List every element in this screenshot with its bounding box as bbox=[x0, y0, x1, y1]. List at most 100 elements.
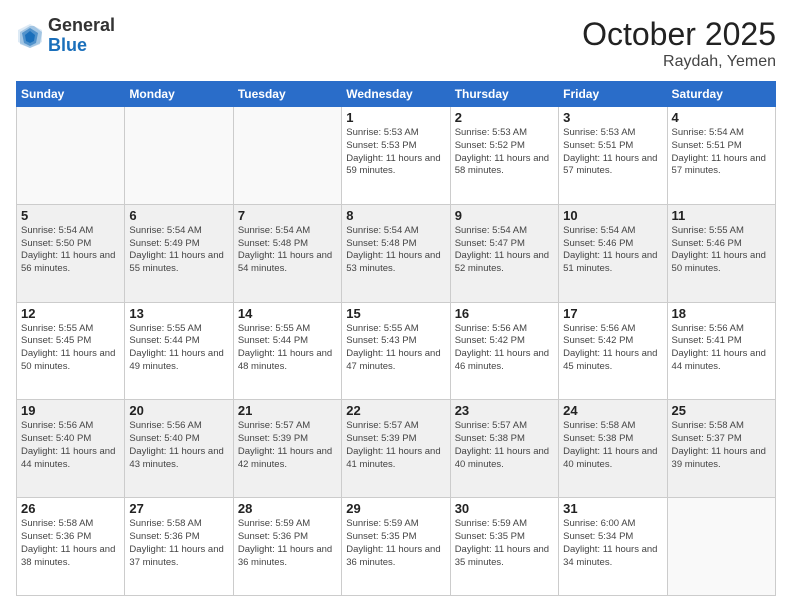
day-number: 22 bbox=[346, 403, 445, 418]
col-header-friday: Friday bbox=[559, 82, 667, 107]
day-cell: 12 Sunrise: 5:55 AM Sunset: 5:45 PM Dayli… bbox=[17, 302, 125, 400]
day-number: 19 bbox=[21, 403, 120, 418]
day-cell: 31Sunrise: 6:00 AM Sunset: 5:34 PM Dayli… bbox=[559, 498, 667, 596]
day-number: 27 bbox=[129, 501, 228, 516]
day-number: 7 bbox=[238, 208, 337, 223]
day-cell: 17 Sunrise: 5:56 AM Sunset: 5:42 PM Dayli… bbox=[559, 302, 667, 400]
day-cell bbox=[125, 107, 233, 205]
day-number: 5 bbox=[21, 208, 120, 223]
day-info: Sunrise: 5:55 AM Sunset: 5:45 PM Dayligh… bbox=[21, 323, 120, 374]
day-cell: 13Sunrise: 5:55 AM Sunset: 5:44 PM Dayli… bbox=[125, 302, 233, 400]
day-info: Sunrise: 5:56 AM Sunset: 5:41 PM Dayligh… bbox=[672, 323, 771, 374]
calendar-table: SundayMondayTuesdayWednesdayThursdayFrid… bbox=[16, 81, 776, 596]
logo-text: General Blue bbox=[48, 16, 115, 56]
day-number: 28 bbox=[238, 501, 337, 516]
day-number: 4 bbox=[672, 110, 771, 125]
day-number: 10 bbox=[563, 208, 662, 223]
day-info: Sunrise: 5:58 AM Sunset: 5:36 PM Dayligh… bbox=[129, 518, 228, 569]
day-cell: 15 Sunrise: 5:55 AM Sunset: 5:43 PM Dayli… bbox=[342, 302, 450, 400]
month-title: October 2025 bbox=[582, 16, 776, 53]
day-number: 15 bbox=[346, 306, 445, 321]
day-cell: 24Sunrise: 5:58 AM Sunset: 5:38 PM Dayli… bbox=[559, 400, 667, 498]
day-info: Sunrise: 5:54 AM Sunset: 5:48 PM Dayligh… bbox=[238, 225, 337, 276]
day-number: 18 bbox=[672, 306, 771, 321]
day-number: 13 bbox=[129, 306, 228, 321]
day-cell: 3 Sunrise: 5:53 AM Sunset: 5:51 PM Daylig… bbox=[559, 107, 667, 205]
day-number: 6 bbox=[129, 208, 228, 223]
day-cell: 10 Sunrise: 5:54 AM Sunset: 5:46 PM Dayli… bbox=[559, 204, 667, 302]
day-number: 1 bbox=[346, 110, 445, 125]
col-header-thursday: Thursday bbox=[450, 82, 558, 107]
day-cell bbox=[667, 498, 775, 596]
week-row-4: 26 Sunrise: 5:58 AM Sunset: 5:36 PM Dayli… bbox=[17, 498, 776, 596]
day-cell: 19 Sunrise: 5:56 AM Sunset: 5:40 PM Dayli… bbox=[17, 400, 125, 498]
page: General Blue October 2025 Raydah, Yemen … bbox=[0, 0, 792, 612]
day-info: Sunrise: 5:55 AM Sunset: 5:43 PM Dayligh… bbox=[346, 323, 445, 374]
day-cell: 23 Sunrise: 5:57 AM Sunset: 5:38 PM Dayli… bbox=[450, 400, 558, 498]
col-header-monday: Monday bbox=[125, 82, 233, 107]
day-number: 26 bbox=[21, 501, 120, 516]
day-info: Sunrise: 5:54 AM Sunset: 5:47 PM Dayligh… bbox=[455, 225, 554, 276]
day-number: 2 bbox=[455, 110, 554, 125]
logo: General Blue bbox=[16, 16, 115, 56]
day-info: Sunrise: 5:57 AM Sunset: 5:38 PM Dayligh… bbox=[455, 420, 554, 471]
day-info: Sunrise: 5:57 AM Sunset: 5:39 PM Dayligh… bbox=[346, 420, 445, 471]
day-number: 21 bbox=[238, 403, 337, 418]
day-cell: 28 Sunrise: 5:59 AM Sunset: 5:36 PM Dayli… bbox=[233, 498, 341, 596]
day-info: Sunrise: 5:56 AM Sunset: 5:42 PM Dayligh… bbox=[455, 323, 554, 374]
week-row-1: 5Sunrise: 5:54 AM Sunset: 5:50 PM Daylig… bbox=[17, 204, 776, 302]
day-number: 11 bbox=[672, 208, 771, 223]
week-row-3: 19 Sunrise: 5:56 AM Sunset: 5:40 PM Dayli… bbox=[17, 400, 776, 498]
day-info: Sunrise: 5:59 AM Sunset: 5:36 PM Dayligh… bbox=[238, 518, 337, 569]
day-info: Sunrise: 5:53 AM Sunset: 5:51 PM Dayligh… bbox=[563, 127, 662, 178]
day-info: Sunrise: 5:58 AM Sunset: 5:38 PM Dayligh… bbox=[563, 420, 662, 471]
day-info: Sunrise: 5:56 AM Sunset: 5:42 PM Dayligh… bbox=[563, 323, 662, 374]
day-cell: 1Sunrise: 5:53 AM Sunset: 5:53 PM Daylig… bbox=[342, 107, 450, 205]
day-cell: 2 Sunrise: 5:53 AM Sunset: 5:52 PM Daylig… bbox=[450, 107, 558, 205]
day-cell: 25Sunrise: 5:58 AM Sunset: 5:37 PM Dayli… bbox=[667, 400, 775, 498]
location: Raydah, Yemen bbox=[582, 53, 776, 71]
day-info: Sunrise: 6:00 AM Sunset: 5:34 PM Dayligh… bbox=[563, 518, 662, 569]
day-number: 20 bbox=[129, 403, 228, 418]
header: General Blue October 2025 Raydah, Yemen bbox=[16, 16, 776, 71]
day-number: 8 bbox=[346, 208, 445, 223]
day-number: 3 bbox=[563, 110, 662, 125]
logo-icon bbox=[16, 22, 44, 50]
col-header-saturday: Saturday bbox=[667, 82, 775, 107]
day-info: Sunrise: 5:54 AM Sunset: 5:51 PM Dayligh… bbox=[672, 127, 771, 178]
day-info: Sunrise: 5:54 AM Sunset: 5:49 PM Dayligh… bbox=[129, 225, 228, 276]
day-info: Sunrise: 5:56 AM Sunset: 5:40 PM Dayligh… bbox=[129, 420, 228, 471]
day-info: Sunrise: 5:59 AM Sunset: 5:35 PM Dayligh… bbox=[346, 518, 445, 569]
day-cell bbox=[233, 107, 341, 205]
day-info: Sunrise: 5:55 AM Sunset: 5:46 PM Dayligh… bbox=[672, 225, 771, 276]
day-number: 12 bbox=[21, 306, 120, 321]
day-cell: 30Sunrise: 5:59 AM Sunset: 5:35 PM Dayli… bbox=[450, 498, 558, 596]
day-cell: 20 Sunrise: 5:56 AM Sunset: 5:40 PM Dayli… bbox=[125, 400, 233, 498]
day-info: Sunrise: 5:54 AM Sunset: 5:46 PM Dayligh… bbox=[563, 225, 662, 276]
header-row: SundayMondayTuesdayWednesdayThursdayFrid… bbox=[17, 82, 776, 107]
day-cell: 27 Sunrise: 5:58 AM Sunset: 5:36 PM Dayli… bbox=[125, 498, 233, 596]
day-cell: 29Sunrise: 5:59 AM Sunset: 5:35 PM Dayli… bbox=[342, 498, 450, 596]
day-info: Sunrise: 5:59 AM Sunset: 5:35 PM Dayligh… bbox=[455, 518, 554, 569]
day-info: Sunrise: 5:53 AM Sunset: 5:52 PM Dayligh… bbox=[455, 127, 554, 178]
day-number: 23 bbox=[455, 403, 554, 418]
day-cell: 26 Sunrise: 5:58 AM Sunset: 5:36 PM Dayli… bbox=[17, 498, 125, 596]
day-cell: 8 Sunrise: 5:54 AM Sunset: 5:48 PM Daylig… bbox=[342, 204, 450, 302]
day-info: Sunrise: 5:57 AM Sunset: 5:39 PM Dayligh… bbox=[238, 420, 337, 471]
day-info: Sunrise: 5:58 AM Sunset: 5:36 PM Dayligh… bbox=[21, 518, 120, 569]
day-info: Sunrise: 5:56 AM Sunset: 5:40 PM Dayligh… bbox=[21, 420, 120, 471]
day-number: 9 bbox=[455, 208, 554, 223]
day-number: 14 bbox=[238, 306, 337, 321]
week-row-2: 12 Sunrise: 5:55 AM Sunset: 5:45 PM Dayli… bbox=[17, 302, 776, 400]
col-header-tuesday: Tuesday bbox=[233, 82, 341, 107]
day-cell: 22 Sunrise: 5:57 AM Sunset: 5:39 PM Dayli… bbox=[342, 400, 450, 498]
day-cell: 11 Sunrise: 5:55 AM Sunset: 5:46 PM Dayli… bbox=[667, 204, 775, 302]
day-info: Sunrise: 5:54 AM Sunset: 5:48 PM Dayligh… bbox=[346, 225, 445, 276]
day-cell: 7 Sunrise: 5:54 AM Sunset: 5:48 PM Daylig… bbox=[233, 204, 341, 302]
day-number: 17 bbox=[563, 306, 662, 321]
logo-general: General bbox=[48, 15, 115, 35]
col-header-wednesday: Wednesday bbox=[342, 82, 450, 107]
day-cell: 21 Sunrise: 5:57 AM Sunset: 5:39 PM Dayli… bbox=[233, 400, 341, 498]
week-row-0: 1Sunrise: 5:53 AM Sunset: 5:53 PM Daylig… bbox=[17, 107, 776, 205]
day-cell: 16Sunrise: 5:56 AM Sunset: 5:42 PM Dayli… bbox=[450, 302, 558, 400]
